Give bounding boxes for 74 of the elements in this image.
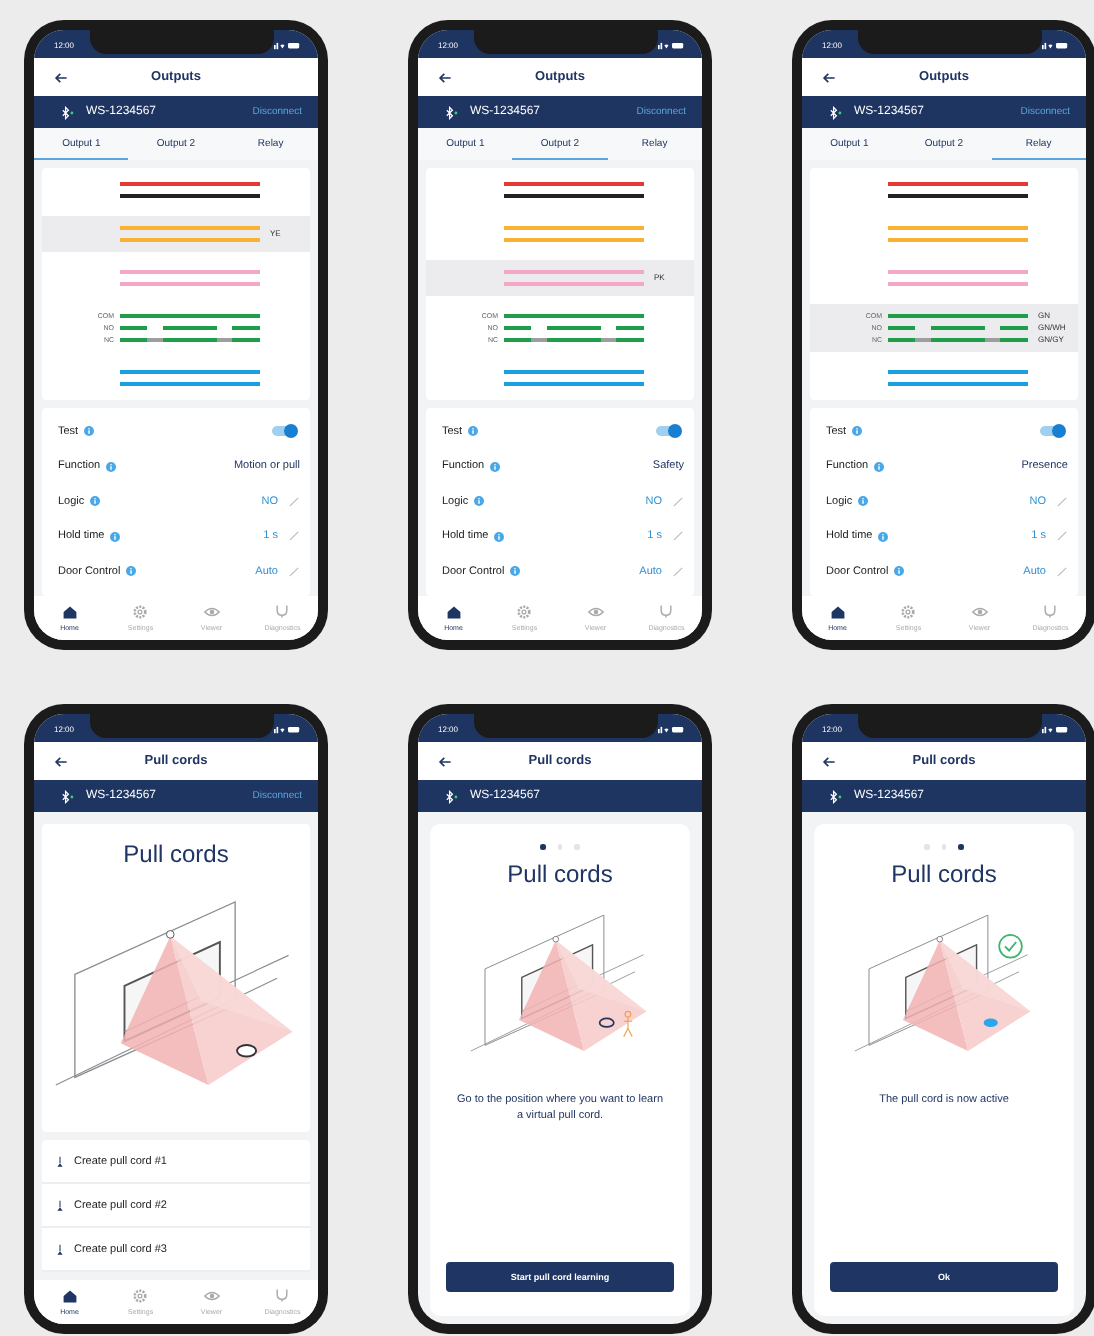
info-icon[interactable] [510,566,521,577]
pull-cord-icon [56,1243,64,1255]
info-icon[interactable] [84,426,95,437]
back-arrow-icon[interactable] [822,755,836,767]
home-icon [61,1288,78,1304]
bluetooth-icon [444,789,458,803]
back-arrow-icon[interactable] [438,71,452,83]
home-icon [61,604,78,620]
check-icon [998,933,1023,958]
pencil-icon[interactable] [672,495,684,508]
bluetooth-icon [444,105,458,119]
pencil-icon[interactable] [1056,565,1068,578]
info-icon[interactable] [858,496,869,507]
ring-icon [598,1016,615,1027]
info-icon[interactable] [894,566,905,577]
toggle-switch[interactable] [272,426,296,437]
pencil-icon[interactable] [288,530,300,543]
info-icon[interactable] [490,461,501,472]
status-icons-drawing [274,39,302,49]
info-icon[interactable] [126,566,137,577]
bluetooth-icon [60,789,74,803]
spot-icon [983,1017,998,1026]
person-icon [623,1009,633,1037]
info-icon[interactable] [494,531,505,542]
back-arrow-icon[interactable] [438,755,452,767]
pull-cord-icon [56,1199,64,1211]
status-icons-drawing [1042,723,1070,733]
stethoscope-icon [274,1288,291,1304]
page-dot[interactable] [958,844,964,849]
eye-icon [587,604,604,620]
home-icon [445,604,462,620]
back-arrow-icon[interactable] [54,71,68,83]
pencil-icon[interactable] [672,565,684,578]
status-icons-drawing [274,723,302,733]
stethoscope-icon [658,604,675,620]
pencil-icon[interactable] [1056,530,1068,543]
status-icons-drawing [658,39,686,49]
status-icons-drawing [1042,39,1070,49]
stethoscope-icon [274,604,291,620]
pencil-icon[interactable] [1056,495,1068,508]
settings-icon [132,604,149,620]
home-icon [829,604,846,620]
eye-icon [971,604,988,620]
pencil-icon[interactable] [672,530,684,543]
back-arrow-icon[interactable] [54,755,68,767]
bluetooth-icon [828,105,842,119]
info-icon[interactable] [468,426,479,437]
pull-cord-icon [56,1155,64,1167]
page-heading: Pull cords [123,840,229,868]
back-arrow-icon[interactable] [822,71,836,83]
status-icons-drawing [658,723,686,733]
eye-icon [203,1288,220,1304]
info-icon[interactable] [110,531,121,542]
page-heading: Pull cords [507,859,613,887]
info-icon[interactable] [852,426,863,437]
eye-icon [203,604,220,620]
page-heading: Pull cords [891,859,997,887]
settings-icon [900,604,917,620]
ring-icon [236,1044,258,1058]
toggle-switch[interactable] [1040,426,1064,437]
info-icon[interactable] [90,496,101,507]
bluetooth-icon [828,789,842,803]
page-dot[interactable] [540,844,546,849]
toggle-switch[interactable] [656,426,680,437]
settings-icon [516,604,533,620]
stethoscope-icon [1042,604,1059,620]
info-icon[interactable] [874,461,885,472]
info-icon[interactable] [878,531,889,542]
pencil-icon[interactable] [288,495,300,508]
info-icon[interactable] [106,461,117,472]
bluetooth-icon [60,105,74,119]
settings-icon [132,1288,149,1304]
pencil-icon[interactable] [288,565,300,578]
info-icon[interactable] [474,496,485,507]
